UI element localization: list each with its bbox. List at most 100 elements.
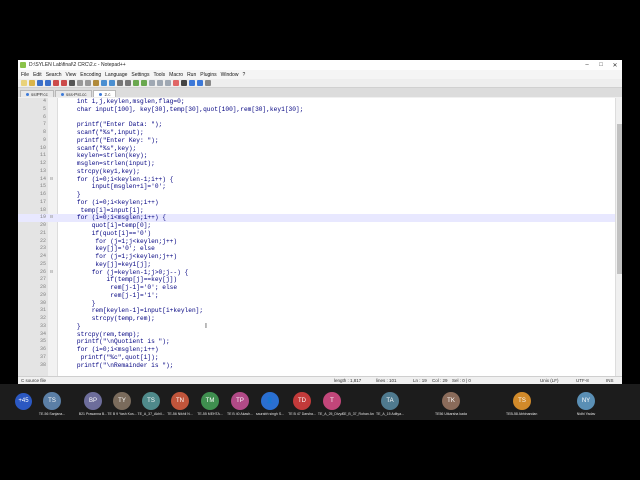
code-line[interactable]: 37 printf("%c",quot[i]); [18,354,622,362]
fold-marker-icon[interactable]: ⊟ [50,269,53,277]
menu-edit[interactable]: Edit [33,72,42,78]
code-line[interactable]: 16 } [18,191,622,199]
code-line[interactable]: 33 } [18,323,622,331]
play-macro-icon[interactable] [189,80,195,86]
save-icon[interactable] [37,80,43,86]
indent-guide-icon[interactable] [165,80,171,86]
stop-macro-icon[interactable] [181,80,187,86]
zoom-in-icon[interactable] [133,80,139,86]
code-line[interactable]: 27 if(temp[j]==key[j]) [18,276,622,284]
participant-tile[interactable]: 👤 saurabh singh S... [254,392,286,416]
print-icon[interactable] [69,80,75,86]
save-macro-icon[interactable] [205,80,211,86]
code-line[interactable]: 36 for (i=0;i<msglen;i++) [18,346,622,354]
sync-scroll-icon[interactable] [149,80,155,86]
participant-tile[interactable]: TD TE B 47 Darsha... [286,392,318,416]
maximize-button[interactable]: □ [594,62,608,68]
menu-file[interactable]: File [21,72,29,78]
code-line[interactable]: 6 [18,114,622,122]
run-macro-icon[interactable] [197,80,203,86]
code-line[interactable]: 30 } [18,300,622,308]
participant-tile[interactable]: TY TE B 9 Yash Kus... [106,392,138,416]
menu-macro[interactable]: Macro [169,72,183,78]
new-file-icon[interactable] [21,80,27,86]
participant-tile[interactable]: TN TE-56 Nikhil N... [164,392,196,416]
code-line[interactable]: 13 strcpy(key1,key); [18,168,622,176]
menu-language[interactable]: Language [105,72,127,78]
code-line[interactable]: 4 int i,j,keylen,msglen,flag=0; [18,98,622,106]
menu-window[interactable]: Window [221,72,239,78]
participant-name: TE_B_37_Rohan Arora (Guest) [342,412,374,416]
code-line[interactable]: 8 scanf("%s",input); [18,129,622,137]
undo-icon[interactable] [101,80,107,86]
menu-tools[interactable]: Tools [153,72,165,78]
code-line[interactable]: 29 rem[j-1]='1'; [18,292,622,300]
redo-icon[interactable] [109,80,115,86]
code-line[interactable]: 32 strcpy(temp,rem); [18,315,622,323]
code-line[interactable]: 14 ⊟ for (i=0;i<keylen-1;i++) { [18,176,622,184]
word-wrap-icon[interactable] [157,80,163,86]
code-line[interactable]: 20 quot[i]=temp[0]; [18,222,622,230]
menu-search[interactable]: Search [46,72,62,78]
code-line[interactable]: 23 key[j]='0'; else [18,245,622,253]
more-participants-button[interactable]: +45 [15,393,32,410]
participant-tile[interactable]: TA TE_A_15 Aditya... [374,392,406,416]
menu-run[interactable]: Run [187,72,196,78]
close-button[interactable]: ✕ [608,62,622,69]
code-line[interactable]: 21 if(quot[i]=='0') [18,230,622,238]
menu-encoding[interactable]: Encoding [80,72,101,78]
open-file-icon[interactable] [29,80,35,86]
participant-tile[interactable]: TM TE-55 MEHTA... [194,392,226,416]
fold-marker-icon[interactable]: ⊟ [50,214,53,222]
record-macro-icon[interactable] [173,80,179,86]
participant-tile[interactable]: TS TE-56 Sanjana... [36,392,68,416]
menu-plugins[interactable]: Plugins [200,72,216,78]
code-line[interactable]: 28 rem[j-1]='0'; else [18,284,622,292]
menu-view[interactable]: View [66,72,77,78]
code-line[interactable]: 17 for (i=0;i<keylen;i++) [18,199,622,207]
zoom-out-icon[interactable] [141,80,147,86]
save-all-icon[interactable] [45,80,51,86]
vertical-scrollbar[interactable] [615,98,622,376]
code-line[interactable]: 34 strcpy(rem,temp); [18,331,622,339]
code-line[interactable]: 31 rem[keylen-1]=input[i+keylen]; [18,307,622,315]
code-line[interactable]: 35 printf("\nQuotient is "); [18,338,622,346]
code-line[interactable]: 5 char input[100], key[30],temp[30],quot… [18,106,622,114]
code-line[interactable]: 15 input[msglen+i]='0'; [18,183,622,191]
scrollbar-thumb[interactable] [617,124,622,274]
code-line[interactable]: 18 temp[i]=input[i]; [18,207,622,215]
participant-tile[interactable]: BP B21 Prasanna B... [77,392,109,416]
code-line[interactable]: 11 keylen=strlen(key); [18,152,622,160]
participant-tile[interactable]: TP TE B 40 Akash... [224,392,256,416]
participant-tile[interactable]: TS TEB-58 Abhinandan Shelke [506,392,538,416]
code-line[interactable]: 22 for (j=1;j<keylen;j++) [18,238,622,246]
tab-file-2[interactable]: sss-Pst.cc [54,90,93,97]
participant-tile[interactable]: TS TE_A_37_Akhil... [135,392,167,416]
close-file-icon[interactable] [53,80,59,86]
paste-icon[interactable] [93,80,99,86]
code-line[interactable]: 25 key[j]=key1[j]; [18,261,622,269]
participant-tile[interactable]: TK TE56 Utkarsha kadam [435,392,467,416]
participant-tile[interactable]: NY Nidhi Yadav [570,392,602,416]
fold-marker-icon[interactable]: ⊟ [50,176,53,184]
close-all-icon[interactable] [61,80,67,86]
code-editor[interactable]: 4 int i,j,keylen,msglen,flag=0; 5 char in… [18,98,622,376]
copy-icon[interactable] [85,80,91,86]
replace-icon[interactable] [125,80,131,86]
find-icon[interactable] [117,80,123,86]
cut-icon[interactable] [77,80,83,86]
code-line[interactable]: 7 printf("Enter Data: "); [18,121,622,129]
menu-settings[interactable]: Settings [131,72,149,78]
code-line[interactable]: 38 printf("\nRemainder is "); [18,362,622,370]
menu-help[interactable]: ? [242,72,245,78]
code-line[interactable]: 19 ⊟ for (i=0;i<msglen;i++) { [18,214,622,222]
code-line[interactable]: 26 ⊟ for (j=keylen-1;j>0;j--) { [18,269,622,277]
tab-file-1[interactable]: ssIPP.cc [20,90,54,97]
minimize-button[interactable]: – [580,62,594,68]
code-line[interactable]: 24 for (j=1;j<keylen;j++) [18,253,622,261]
code-line[interactable]: 10 scanf("%s",key); [18,145,622,153]
code-line[interactable]: 9 printf("Enter Key: "); [18,137,622,145]
tab-file-3[interactable]: 2.c [93,90,117,97]
participant-tile[interactable]: TE_B_37_Rohan Arora (Guest) [342,392,374,416]
code-line[interactable]: 12 msglen=strlen(input); [18,160,622,168]
